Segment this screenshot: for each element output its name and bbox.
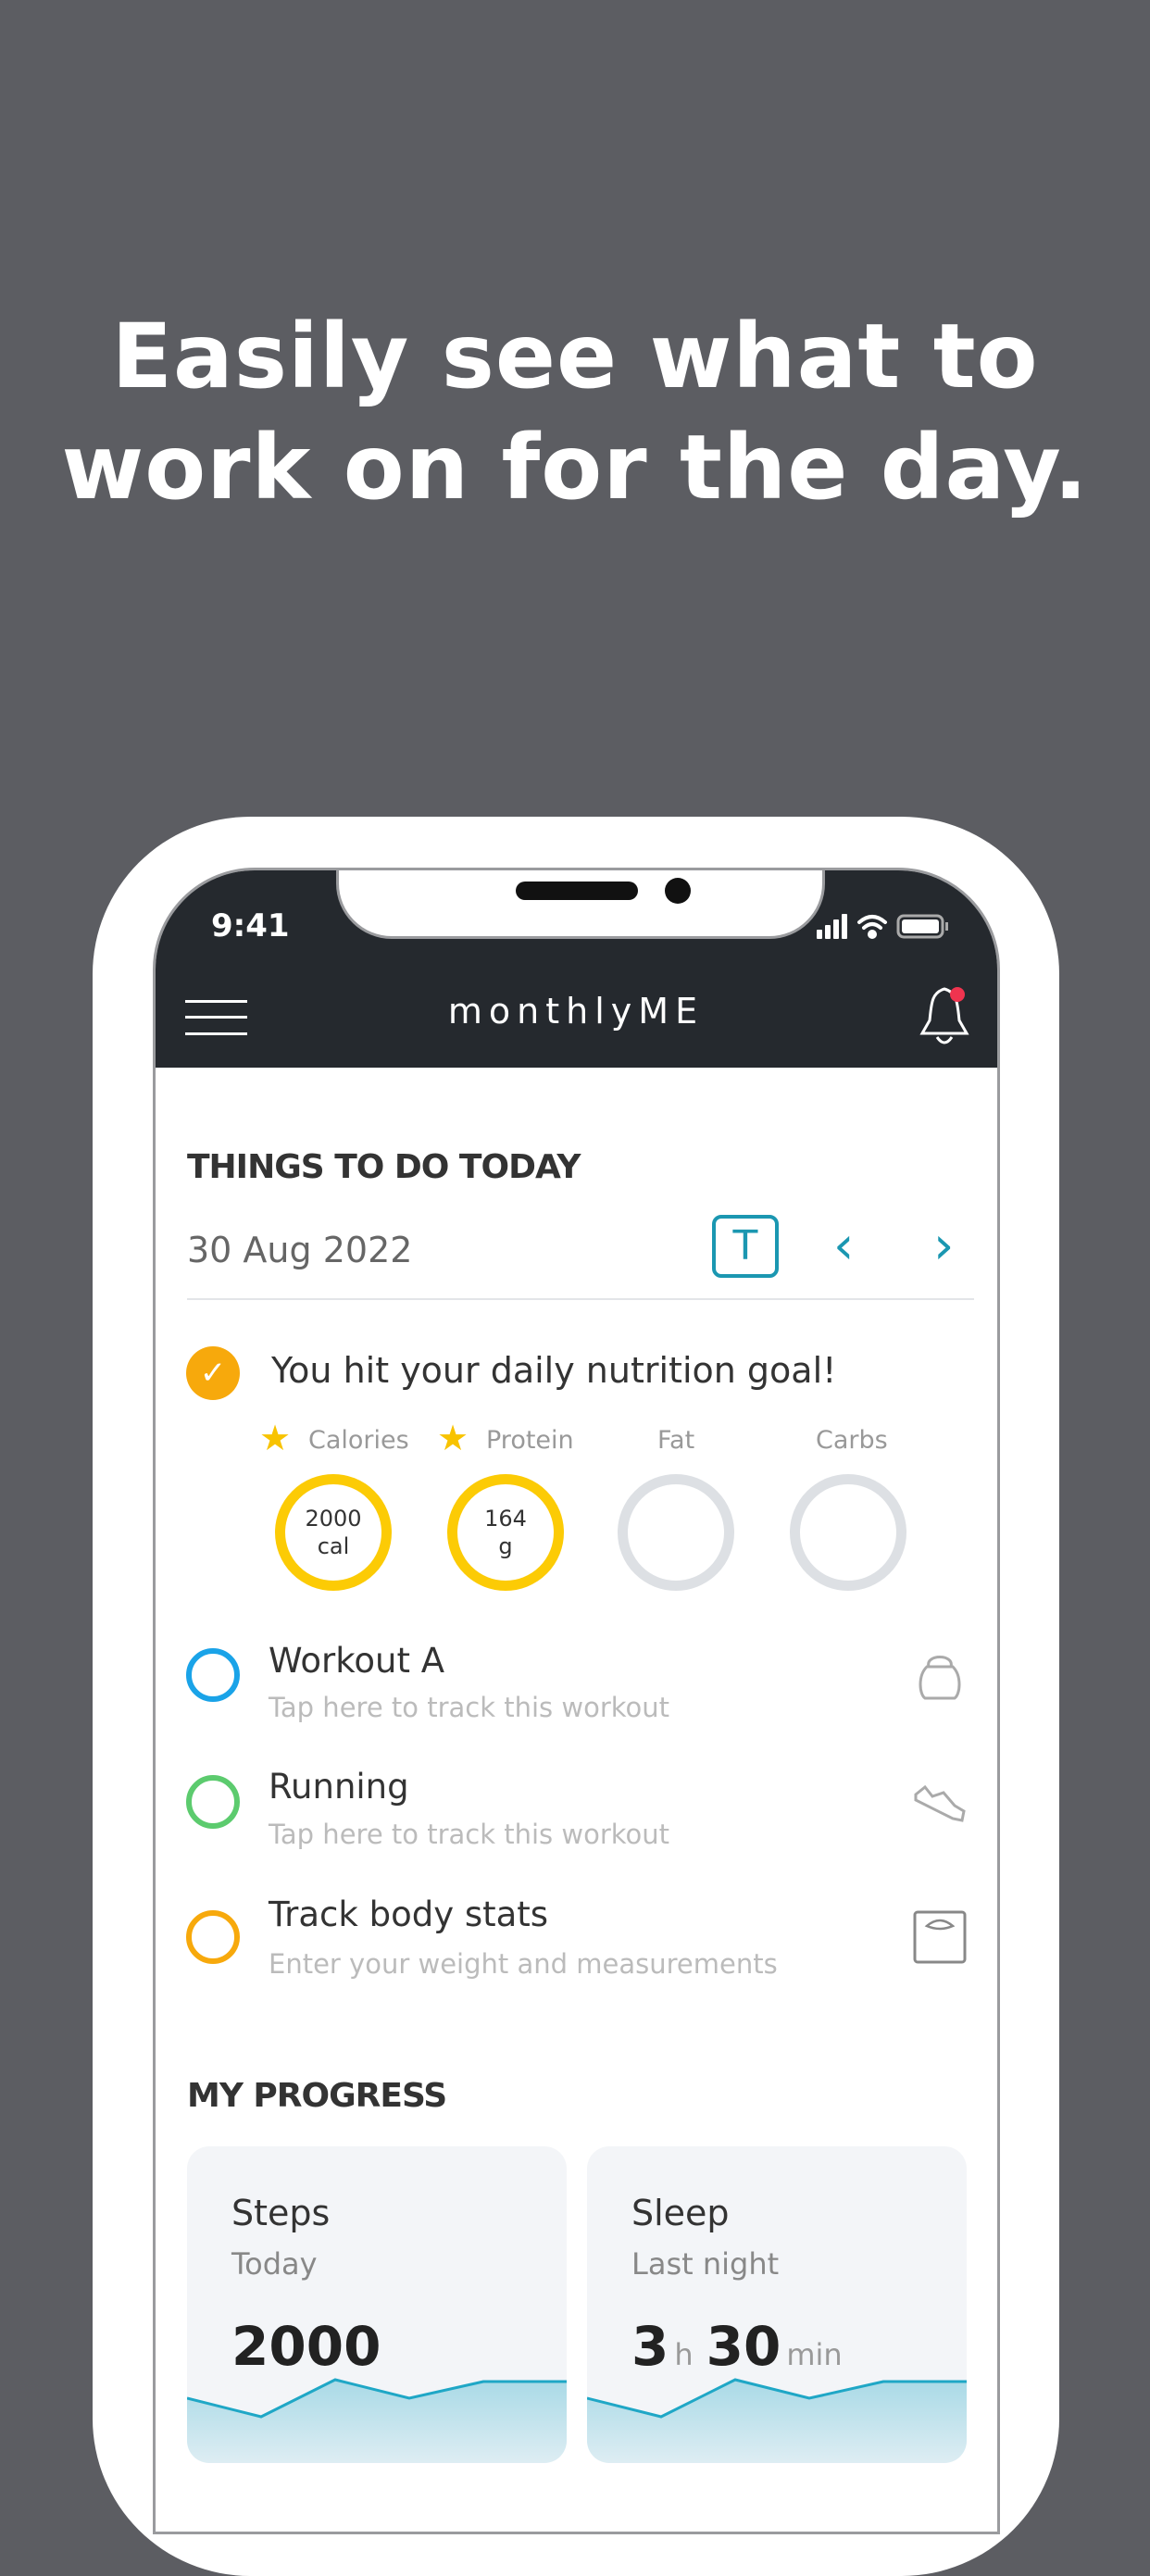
bell-icon[interactable] <box>915 983 974 1050</box>
task-status-circle[interactable] <box>186 1648 240 1702</box>
camera <box>665 878 691 904</box>
next-day-button[interactable]: › <box>933 1220 954 1272</box>
macro-ring-carbs[interactable] <box>790 1474 906 1591</box>
notch <box>336 870 825 939</box>
task-title: Workout A <box>269 1641 445 1681</box>
macro-ring-calories[interactable]: 2000 cal <box>275 1474 392 1591</box>
star-icon: ★ <box>437 1418 469 1458</box>
nutrition-goal-message: You hit your daily nutrition goal! <box>271 1350 837 1391</box>
speaker <box>516 882 638 900</box>
nutrition-check-icon[interactable]: ✓ <box>186 1346 240 1400</box>
section-title-todo: THINGS TO DO TODAY <box>187 1148 581 1186</box>
star-icon: ★ <box>259 1418 292 1458</box>
card-subtitle: Last night <box>631 2246 780 2282</box>
task-subtitle: Tap here to track this workout <box>269 1692 670 1723</box>
macro-unit: cal <box>317 1533 350 1559</box>
kettlebell-icon <box>919 1656 961 1700</box>
macro-ring-fat[interactable] <box>618 1474 734 1591</box>
scale-icon <box>913 1910 967 1964</box>
wifi-icon <box>857 915 887 939</box>
task-status-circle[interactable] <box>186 1910 240 1964</box>
app-logo: monthlyME <box>447 991 705 1032</box>
card-title: Sleep <box>631 2193 730 2233</box>
card-subtitle: Today <box>231 2246 318 2282</box>
prev-day-button[interactable]: ‹ <box>833 1220 854 1272</box>
macro-label-carbs: Carbs <box>816 1426 888 1455</box>
current-date: 30 Aug 2022 <box>187 1230 413 1270</box>
battery-icon <box>896 914 948 939</box>
notification-dot <box>950 987 965 1002</box>
task-status-circle[interactable] <box>186 1775 240 1829</box>
macro-value: 2000 <box>305 1506 362 1532</box>
headline-line-1: Easily see what to <box>111 305 1039 408</box>
task-title: Track body stats <box>269 1894 549 1934</box>
signal-icon <box>817 914 847 939</box>
today-button[interactable]: T <box>712 1215 779 1278</box>
headline: Easily see what to work on for the day. <box>0 301 1150 523</box>
macro-label-protein: Protein <box>486 1426 574 1455</box>
macro-unit: g <box>498 1533 513 1559</box>
hamburger-icon[interactable] <box>185 1000 247 1003</box>
macro-value: 164 <box>484 1506 527 1532</box>
hamburger-icon-line <box>185 1016 247 1019</box>
sleep-sparkline <box>587 2378 967 2463</box>
task-subtitle: Tap here to track this workout <box>269 1819 670 1850</box>
sleep-card[interactable]: Sleep Last night 3 h 30 min <box>587 2146 967 2463</box>
hamburger-icon-line <box>185 1032 247 1035</box>
headline-line-2: work on for the day. <box>61 416 1089 519</box>
card-title: Steps <box>231 2193 331 2233</box>
sneaker-icon <box>914 1784 966 1822</box>
task-title: Running <box>269 1767 409 1807</box>
status-icons <box>817 914 948 939</box>
divider <box>187 1298 974 1300</box>
macro-ring-protein[interactable]: 164 g <box>447 1474 564 1591</box>
macro-label-calories: Calories <box>308 1426 409 1455</box>
task-subtitle: Enter your weight and measurements <box>269 1948 778 1980</box>
macro-label-fat: Fat <box>657 1426 695 1455</box>
section-title-progress: MY PROGRESS <box>187 2077 447 2115</box>
sparkline-area <box>187 2380 567 2463</box>
sparkline-area <box>587 2380 967 2463</box>
steps-sparkline <box>187 2378 567 2463</box>
status-time: 9:41 <box>211 907 290 944</box>
steps-card[interactable]: Steps Today 2000 <box>187 2146 567 2463</box>
